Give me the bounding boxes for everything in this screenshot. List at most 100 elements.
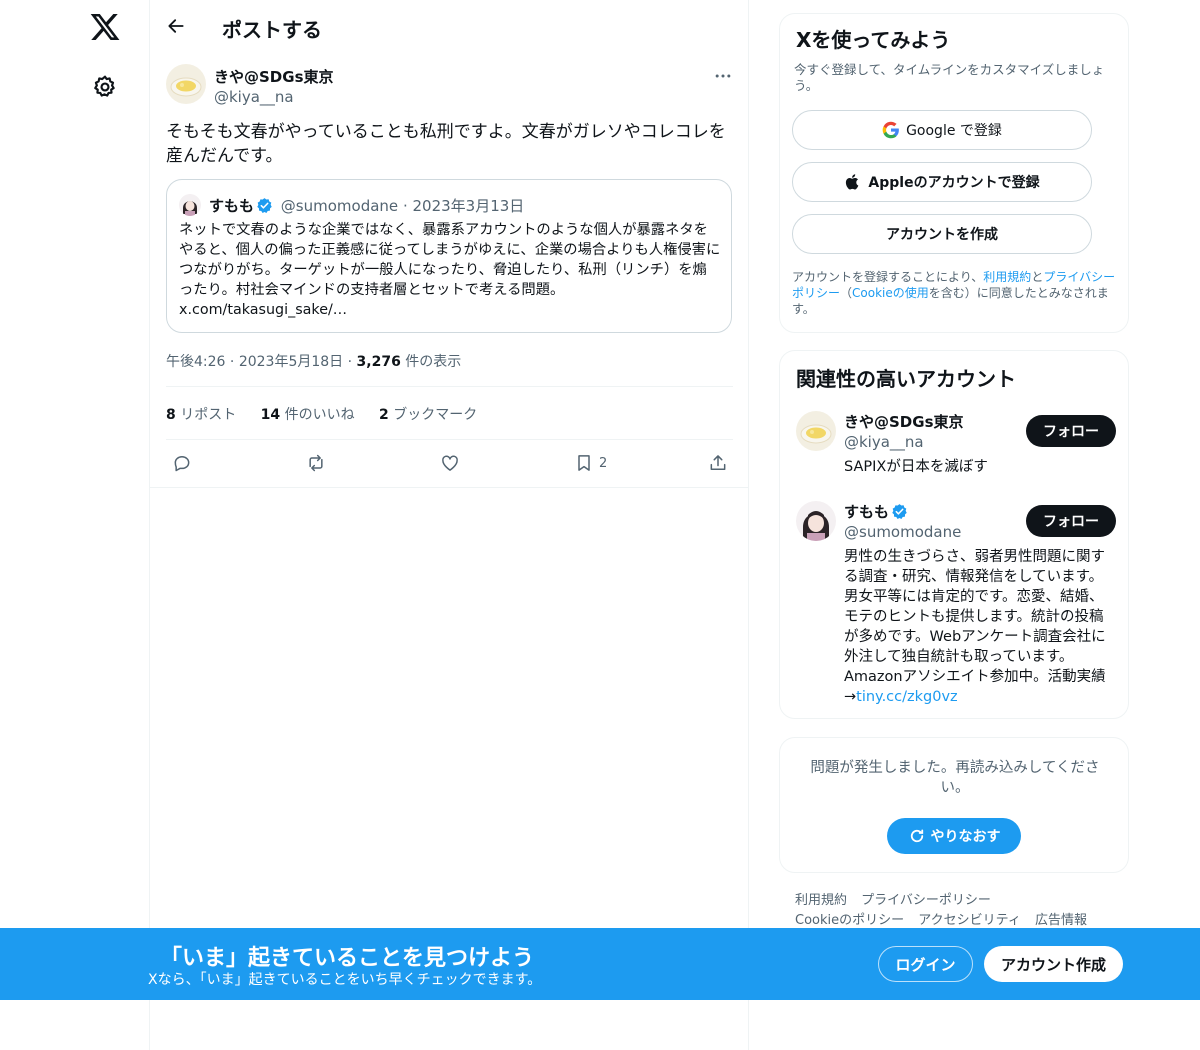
related-name: すもも [844,503,890,521]
terms-link[interactable]: 利用規約 [983,270,1031,284]
google-signup-label: Google で登録 [906,123,1002,139]
author-handle[interactable]: @kiya__na [214,88,294,106]
related-bio: SAPIXが日本を滅ぼす [844,459,988,475]
repost-button[interactable] [306,452,326,474]
reposts-stat[interactable]: 8 リポスト [166,407,236,423]
quoted-meta: すもも @sumomodane · 2023年3月13日 [209,195,524,216]
divider [166,386,733,387]
bio-link[interactable]: tiny.cc/zkg0vz [856,689,958,705]
retry-button[interactable]: やりなおす [887,818,1021,854]
legal-prefix: アカウントを登録することにより、 [792,270,984,284]
post-date[interactable]: 2023年5月18日 [239,354,343,370]
likes-stat[interactable]: 14 件のいいね [261,407,355,423]
error-message: 問題が発生しました。再読み込みしてください。 [810,760,1100,796]
quoted-author-handle: @sumomodane [280,197,399,215]
cookie-link[interactable]: Cookieの使用 [852,286,929,300]
create-account-label: アカウントを作成 [886,227,998,243]
google-icon [882,121,899,139]
views-label: 件の表示 [405,354,462,370]
more-icon[interactable] [713,66,733,86]
banner-subtitle: Xなら、「いま」起きていることをいち早くチェックできます。 [148,972,542,988]
related-accounts-card: 関連性の高いアカウント きや@SDGs東京 @kiya__na SAPIXが日本… [779,350,1129,719]
avatar[interactable] [796,501,836,541]
create-account-button[interactable]: アカウントを作成 [792,214,1092,254]
bookmark-icon [578,455,590,471]
likes-label: 件のいいね [284,407,355,423]
likes-count: 14 [260,407,281,423]
signup-subtitle: 今すぐ登録して、タイムラインをカスタマイズしましょう。 [794,62,1105,93]
post-detail-column: ポストする きや@SDGs東京 @kiya__na そもそも文春がやっていること… [150,0,749,1050]
views-count: 3,276 [356,354,401,370]
post-time[interactable]: 午後4:26 [166,354,225,370]
views-separator: · [347,354,353,370]
bookmark-action-count: 2 [599,455,608,471]
back-arrow-icon[interactable] [166,16,186,36]
signup-legal: アカウントを登録することにより、利用規約とプライバシーポリシー（Cookieの使… [792,269,1122,317]
reply-icon [174,456,190,472]
quoted-avatar [179,194,201,216]
footer-link-ads[interactable]: 広告情報 [1035,913,1087,928]
page-header: ポストする [150,0,748,55]
avatar[interactable] [166,64,206,104]
reply-button[interactable] [172,452,192,474]
divider [150,487,749,488]
footer-link-cookie[interactable]: Cookieのポリシー [795,913,904,928]
like-button[interactable] [440,452,460,474]
signup-banner: 「いま」起きていることを見つけよう Xなら、「いま」起きていることをいち早くチェ… [0,928,1200,1000]
footer-link-privacy[interactable]: プライバシーポリシー [861,893,991,908]
share-icon [710,455,726,470]
google-signup-button[interactable]: Google で登録 [792,110,1092,150]
error-card: 問題が発生しました。再読み込みしてください。 やりなおす [779,737,1129,873]
gear-icon[interactable] [92,74,118,100]
legal-open: （ [840,286,853,300]
timestamp-separator: · [229,354,235,370]
reposts-count: 8 [166,407,176,423]
apple-signup-label: Appleのアカウントで登録 [868,175,1040,191]
bookmark-button[interactable]: 2 [574,452,607,474]
related-account[interactable]: すもも @sumomodane 男性の生きづらさ、弱者男性問題に関する調査・研究… [796,501,1116,711]
quoted-date: 2023年3月13日 [412,197,525,215]
quoted-author-name: すもも [209,197,255,215]
retry-label: やりなおす [930,829,1001,845]
quoted-post[interactable]: すもも @sumomodane · 2023年3月13日 ネットで文春のような企… [166,179,732,333]
related-handle[interactable]: @kiya__na [844,433,924,451]
signup-card: Xを使ってみよう 今すぐ登録して、タイムラインをカスタマイズしましょう。 Goo… [779,13,1129,333]
banner-title: 「いま」起きていることを見つけよう [160,946,535,971]
repost-icon [309,454,323,472]
page-title: ポストする [222,18,322,42]
related-bio: 男性の生きづらさ、弱者男性問題に関する調査・研究、情報発信をしています。男女平等… [844,547,1108,707]
verified-icon [892,504,907,519]
post-timestamp: 午後4:26 · 2023年5月18日 · 3,276 件の表示 [166,351,461,371]
footer-links: 利用規約 プライバシーポリシー Cookieのポリシー アクセシビリティ 広告情… [795,891,1125,931]
bookmarks-label: ブックマーク [393,407,478,423]
footer-link-accessibility[interactable]: アクセシビリティ [918,913,1021,928]
bookmarks-count: 2 [379,407,389,423]
refresh-icon [910,829,923,843]
related-name-row[interactable]: すもも [844,501,911,522]
author-name[interactable]: きや@SDGs東京 [214,66,334,87]
follow-button[interactable]: フォロー [1026,505,1116,537]
related-account[interactable]: きや@SDGs東京 @kiya__na SAPIXが日本を滅ぼす フォロー [796,411,1116,481]
related-name[interactable]: きや@SDGs東京 [844,411,964,432]
post-actions: 2 [166,450,733,478]
reposts-label: リポスト [180,407,237,423]
left-nav [0,0,150,1050]
footer-link-terms[interactable]: 利用規約 [795,893,847,908]
apple-icon [846,174,859,190]
divider [166,439,733,440]
follow-button[interactable]: フォロー [1026,415,1116,447]
related-handle[interactable]: @sumomodane [844,523,961,541]
like-icon [442,455,458,471]
avatar[interactable] [796,411,836,451]
share-button[interactable] [708,452,728,474]
related-bio-text: 男性の生きづらさ、弱者男性問題に関する調査・研究、情報発信をしています。男女平等… [844,549,1106,705]
apple-signup-button[interactable]: Appleのアカウントで登録 [792,162,1092,202]
post-text: そもそも文春がやっていることも私刑ですよ。文春がガレソやコレコレを産んだんです。 [166,122,726,166]
related-title: 関連性の高いアカウント [796,367,1016,391]
signup-title: Xを使ってみよう [796,28,951,52]
banner-create-account-button[interactable]: アカウント作成 [984,946,1123,982]
login-button[interactable]: ログイン [878,946,973,982]
post-stats: 8 リポスト 14 件のいいね 2 ブックマーク [166,404,497,424]
bookmarks-stat[interactable]: 2 ブックマーク [379,407,477,423]
x-logo-icon[interactable] [89,11,121,43]
